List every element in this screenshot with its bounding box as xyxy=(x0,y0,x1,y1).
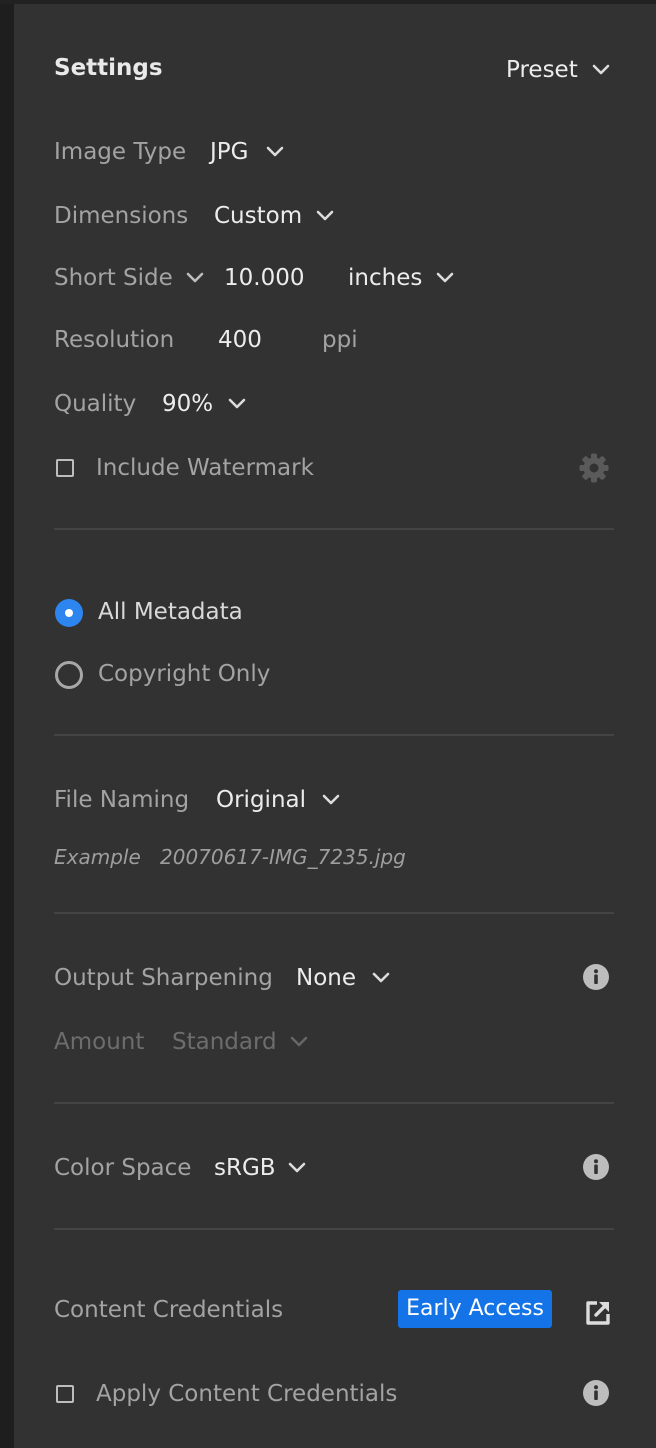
section-divider xyxy=(54,734,614,736)
unit-dropdown[interactable]: inches xyxy=(348,264,422,292)
example-filename: 20070617-IMG_7235.jpg xyxy=(160,845,406,869)
color-space-dropdown[interactable]: sRGB xyxy=(214,1154,276,1182)
quality-dropdown[interactable]: 90% xyxy=(162,390,213,418)
external-link-icon[interactable] xyxy=(583,1298,613,1328)
info-icon[interactable] xyxy=(582,963,610,991)
chevron-down-icon[interactable] xyxy=(372,972,390,984)
resolution-unit: ppi xyxy=(322,327,358,353)
copyright-only-label: Copyright Only xyxy=(98,661,271,687)
chevron-down-icon[interactable] xyxy=(186,272,204,284)
apply-content-credentials-checkbox[interactable] xyxy=(56,1385,74,1403)
radio-copyright-only[interactable] xyxy=(55,661,83,689)
radio-all-metadata[interactable] xyxy=(55,599,83,627)
file-naming-label: File Naming xyxy=(54,787,190,813)
section-divider xyxy=(54,528,614,530)
quality-label: Quality xyxy=(54,391,137,417)
chevron-down-icon[interactable] xyxy=(316,210,334,222)
image-type-label: Image Type xyxy=(54,139,187,165)
section-divider xyxy=(54,1102,614,1104)
watermark-checkbox[interactable] xyxy=(56,459,74,477)
resolution-label: Resolution xyxy=(54,327,175,353)
content-credentials-label: Content Credentials xyxy=(54,1297,284,1323)
chevron-down-icon[interactable] xyxy=(266,146,284,158)
chevron-down-icon[interactable] xyxy=(228,398,246,410)
preset-dropdown[interactable]: Preset xyxy=(506,56,578,84)
image-type-dropdown[interactable]: JPG xyxy=(210,138,248,166)
amount-label: Amount xyxy=(54,1029,145,1055)
dimensions-dropdown[interactable]: Custom xyxy=(214,202,302,230)
settings-title: Settings xyxy=(54,55,163,81)
short-side-input[interactable]: 10.000 xyxy=(224,264,304,292)
output-sharpening-label: Output Sharpening xyxy=(54,965,273,991)
file-naming-dropdown[interactable]: Original xyxy=(216,786,306,814)
section-divider xyxy=(54,1228,614,1230)
output-sharpening-dropdown[interactable]: None xyxy=(296,964,356,992)
gear-icon[interactable] xyxy=(578,452,610,484)
chevron-down-icon[interactable] xyxy=(288,1162,306,1174)
short-side-dropdown[interactable]: Short Side xyxy=(54,264,173,292)
resolution-input[interactable]: 400 xyxy=(218,326,262,354)
chevron-down-icon[interactable] xyxy=(322,794,340,806)
color-space-label: Color Space xyxy=(54,1155,192,1181)
chevron-down-icon[interactable] xyxy=(592,64,610,76)
window-left-edge xyxy=(0,0,14,1448)
info-icon[interactable] xyxy=(582,1379,610,1407)
section-divider xyxy=(54,912,614,914)
all-metadata-label: All Metadata xyxy=(98,599,243,625)
chevron-down-icon[interactable] xyxy=(436,272,454,284)
apply-content-credentials-label: Apply Content Credentials xyxy=(96,1381,398,1407)
chevron-down-icon xyxy=(290,1036,308,1048)
info-icon[interactable] xyxy=(582,1153,610,1181)
early-access-badge: Early Access xyxy=(398,1290,552,1328)
dimensions-label: Dimensions xyxy=(54,203,189,229)
example-label: Example xyxy=(54,845,141,869)
export-settings-window: Settings Preset Image Type JPG Dimension… xyxy=(0,0,656,1448)
amount-dropdown: Standard xyxy=(172,1029,277,1055)
watermark-label: Include Watermark xyxy=(96,455,314,481)
